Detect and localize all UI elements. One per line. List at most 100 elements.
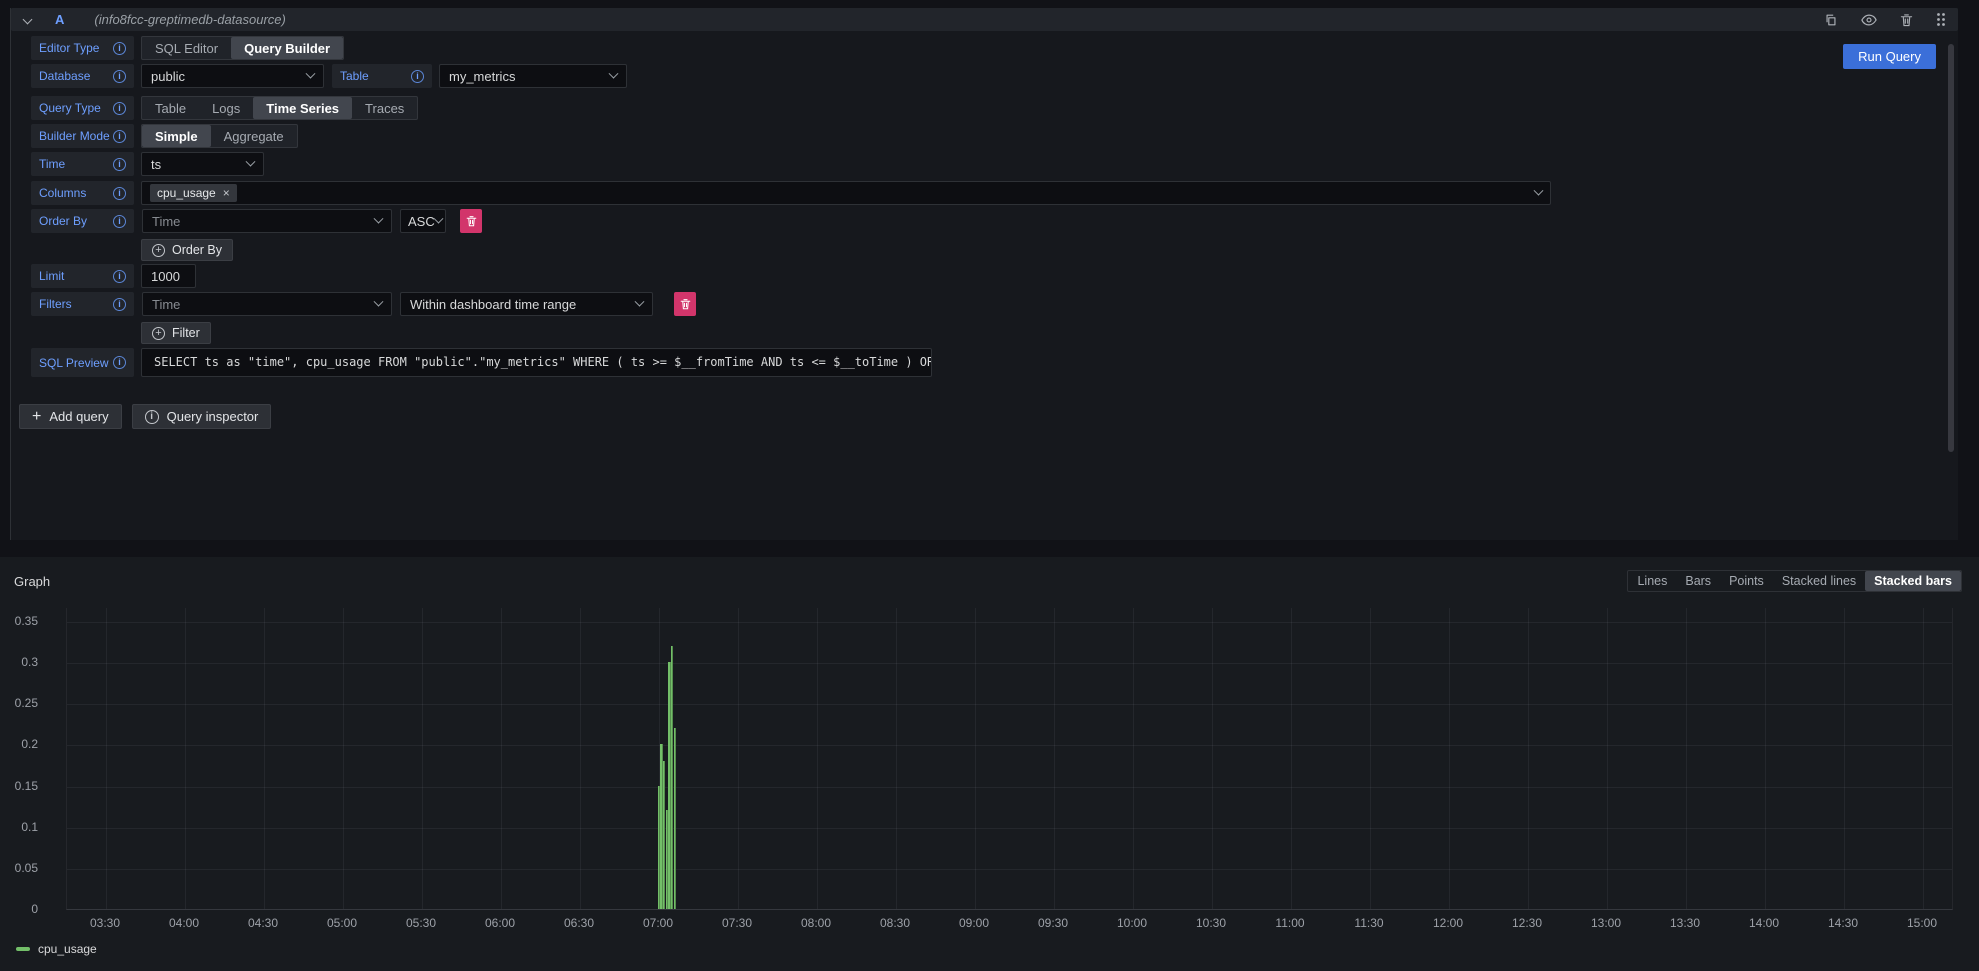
x-axis-tick-label: 08:00 [791, 916, 841, 930]
panel-title: Graph [14, 574, 50, 589]
option-stacked-bars[interactable]: Stacked bars [1865, 571, 1961, 591]
option-points[interactable]: Points [1720, 571, 1773, 591]
x-axis-tick-label: 06:30 [554, 916, 604, 930]
limit-input[interactable]: 1000 [141, 264, 196, 288]
info-icon[interactable]: i [113, 70, 126, 83]
query-inspector-button[interactable]: i Query inspector [132, 404, 272, 429]
gridline-vertical [896, 608, 897, 909]
option-simple[interactable]: Simple [142, 125, 211, 147]
info-icon[interactable]: i [113, 215, 126, 228]
y-axis-tick-label: 0.25 [0, 696, 48, 710]
scrollbar-thumb[interactable] [1948, 44, 1954, 452]
option-aggregate[interactable]: Aggregate [211, 125, 297, 147]
info-icon[interactable]: i [113, 42, 126, 55]
filter-column-select[interactable]: Time [142, 292, 392, 316]
option-lines[interactable]: Lines [1628, 571, 1676, 591]
filters-label: Filters i [31, 292, 134, 316]
plus-icon: + [32, 409, 41, 425]
columns-label: Columns i [31, 181, 134, 205]
x-axis-tick-label: 09:30 [1028, 916, 1078, 930]
x-axis-tick-label: 04:30 [238, 916, 288, 930]
chevron-down-icon [609, 68, 619, 78]
query-editor-card: A (info8fcc-greptimedb-datasource) Run Q… [10, 8, 1958, 540]
legend-series-label[interactable]: cpu_usage [38, 942, 97, 956]
gridline-vertical [975, 608, 976, 909]
sql-preview-text: SELECT ts as "time", cpu_usage FROM "pub… [141, 348, 932, 377]
option-sql-editor[interactable]: SQL Editor [142, 37, 231, 59]
info-icon[interactable]: i [113, 298, 126, 311]
builder-mode-switch: SimpleAggregate [141, 124, 298, 148]
toggle-visibility-eye-icon[interactable] [1861, 13, 1877, 27]
chevron-down-icon [374, 296, 384, 306]
x-axis-tick-label: 14:00 [1739, 916, 1789, 930]
gridline-vertical [1054, 608, 1055, 909]
gridline-vertical [422, 608, 423, 909]
gridline-vertical [1686, 608, 1687, 909]
remove-filter-button[interactable] [674, 292, 696, 316]
info-icon[interactable]: i [113, 102, 126, 115]
info-icon[interactable]: i [113, 158, 126, 171]
gridline-vertical [264, 608, 265, 909]
query-type-label: Query Type i [31, 96, 134, 120]
option-query-builder[interactable]: Query Builder [231, 37, 343, 59]
gridline-vertical [343, 608, 344, 909]
option-logs[interactable]: Logs [199, 97, 253, 119]
plus-circle-icon: + [152, 244, 165, 257]
info-icon[interactable]: i [113, 270, 126, 283]
run-query-button[interactable]: Run Query [1843, 44, 1936, 69]
add-query-button[interactable]: + Add query [19, 404, 122, 429]
option-stacked-lines[interactable]: Stacked lines [1773, 571, 1865, 591]
x-axis-tick-label: 11:30 [1344, 916, 1394, 930]
x-axis-tick-label: 08:30 [870, 916, 920, 930]
info-icon[interactable]: i [411, 70, 424, 83]
option-traces[interactable]: Traces [352, 97, 417, 119]
query-ref-id: A [55, 12, 64, 27]
option-table[interactable]: Table [142, 97, 199, 119]
collapse-chevron-icon[interactable] [23, 15, 33, 25]
remove-order-by-button[interactable] [460, 209, 482, 233]
info-icon[interactable]: i [113, 187, 126, 200]
datasource-name: (info8fcc-greptimedb-datasource) [94, 12, 285, 27]
add-order-by-button[interactable]: + Order By [141, 239, 233, 261]
order-by-direction-select[interactable]: ASC [400, 209, 446, 233]
table-select[interactable]: my_metrics [439, 64, 627, 88]
column-tag-cpu-usage[interactable]: cpu_usage× [150, 184, 237, 202]
gridline-horizontal [67, 869, 1952, 870]
option-bars[interactable]: Bars [1676, 571, 1720, 591]
y-axis-tick-label: 0.2 [0, 737, 48, 751]
y-axis-tick-label: 0 [0, 902, 48, 916]
gridline-horizontal [67, 787, 1952, 788]
delete-query-trash-icon[interactable] [1900, 13, 1913, 27]
plot-area[interactable] [66, 608, 1953, 910]
order-by-field-select[interactable]: Time [142, 209, 392, 233]
gridline-horizontal [67, 622, 1952, 623]
gridline-vertical [1844, 608, 1845, 909]
x-axis-tick-label: 12:00 [1423, 916, 1473, 930]
chevron-down-icon [306, 68, 316, 78]
add-filter-button[interactable]: + Filter [141, 322, 211, 344]
filter-condition-select[interactable]: Within dashboard time range [400, 292, 653, 316]
legend-series-swatch [16, 947, 30, 951]
x-axis-tick-label: 11:00 [1265, 916, 1315, 930]
legend: cpu_usage [16, 942, 97, 956]
time-label: Time i [31, 152, 134, 176]
option-time-series[interactable]: Time Series [253, 97, 352, 119]
y-axis-tick-label: 0.1 [0, 820, 48, 834]
chevron-down-icon [433, 213, 443, 223]
duplicate-query-icon[interactable] [1824, 13, 1838, 27]
table-label: Table i [332, 64, 432, 88]
x-axis-tick-label: 10:30 [1186, 916, 1236, 930]
info-icon[interactable]: i [113, 130, 126, 143]
x-axis-tick-label: 13:00 [1581, 916, 1631, 930]
remove-tag-icon[interactable]: × [223, 186, 230, 200]
chevron-down-icon [1534, 185, 1544, 195]
gridline-vertical [106, 608, 107, 909]
gridline-horizontal [67, 704, 1952, 705]
time-column-select[interactable]: ts [141, 152, 264, 176]
editor-type-switch: SQL EditorQuery Builder [141, 36, 344, 60]
database-select[interactable]: public [141, 64, 324, 88]
info-icon[interactable]: i [113, 356, 126, 369]
bar-cpu_usage-07:06[interactable] [674, 728, 676, 909]
drag-handle-icon[interactable] [1936, 12, 1946, 27]
columns-multiselect[interactable]: cpu_usage× [141, 181, 1551, 205]
